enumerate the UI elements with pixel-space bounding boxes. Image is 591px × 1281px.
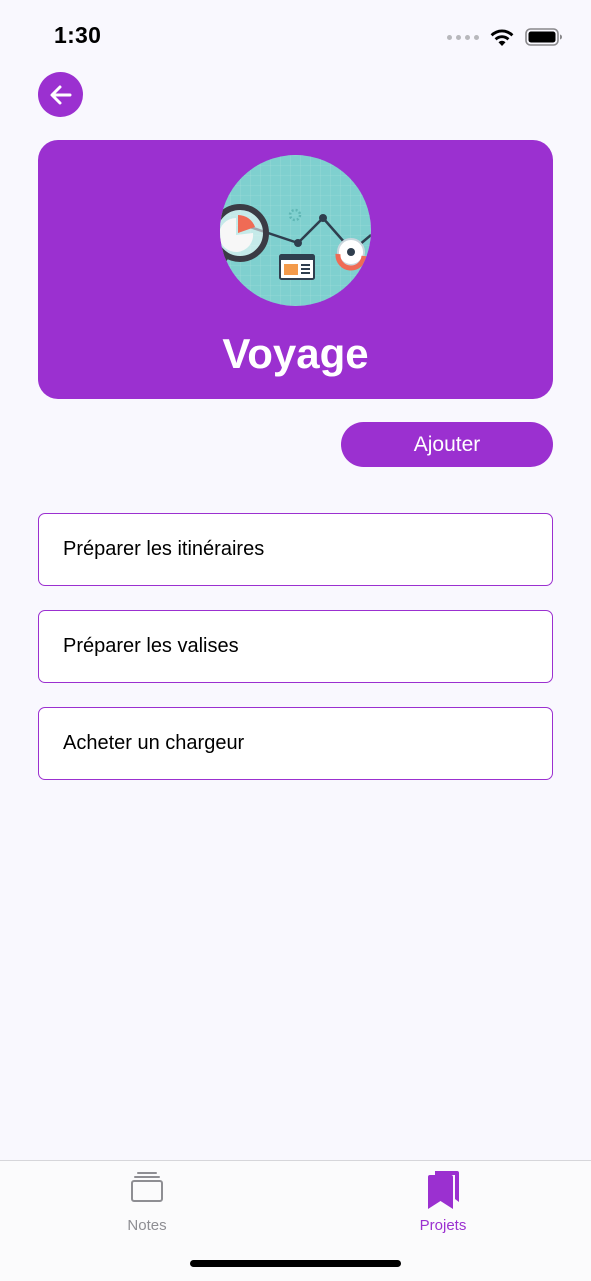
add-button[interactable]: Ajouter: [341, 422, 553, 467]
tab-notes[interactable]: Notes: [47, 1161, 247, 1241]
back-button[interactable]: [38, 72, 83, 117]
status-icons: [447, 26, 563, 48]
analytics-illustration-icon: [220, 155, 371, 306]
bookmarks-icon: [428, 1171, 459, 1209]
list-item[interactable]: Acheter un chargeur: [38, 707, 553, 780]
battery-icon: [525, 28, 562, 46]
task-list: Préparer les itinéraires Préparer les va…: [38, 513, 553, 804]
list-item[interactable]: Préparer les valises: [38, 610, 553, 683]
tab-projets-label: Projets: [419, 1217, 467, 1234]
project-image: [220, 155, 371, 306]
home-indicator: [190, 1260, 401, 1267]
tab-notes-label: Notes: [127, 1217, 167, 1234]
status-time: 1:30: [54, 22, 102, 48]
arrow-left-icon: [50, 85, 71, 104]
tab-projets[interactable]: Projets: [343, 1161, 543, 1241]
stack-icon: [131, 1172, 163, 1202]
signal-dots-icon: [447, 34, 479, 40]
project-title: Voyage: [222, 330, 369, 377]
wifi-icon: [490, 29, 514, 46]
list-item[interactable]: Préparer les itinéraires: [38, 513, 553, 586]
project-header-card: Voyage: [38, 140, 553, 399]
